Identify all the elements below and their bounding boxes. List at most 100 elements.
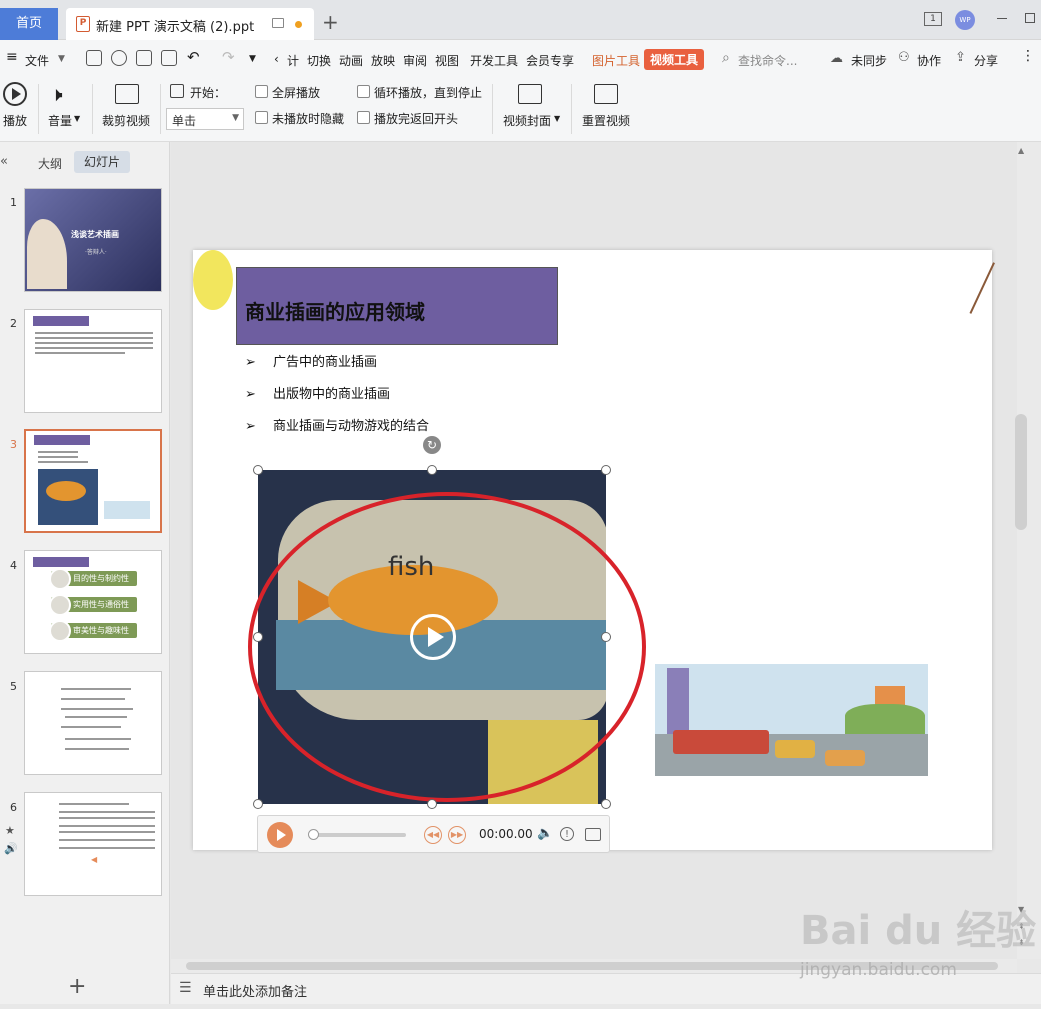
notes-placeholder[interactable]: 单击此处添加备注 xyxy=(203,981,307,1000)
menu-member[interactable]: 会员专享 xyxy=(526,52,574,69)
menu-video-tools[interactable]: 视频工具 xyxy=(644,49,705,70)
bullet-item[interactable]: ➢ 出版物中的商业插画 xyxy=(245,383,390,402)
city-illustration-image[interactable] xyxy=(655,664,928,776)
ribbon-divider xyxy=(492,84,493,134)
mini-text-line xyxy=(61,726,121,728)
slide-title-box[interactable]: 商业插画的应用领域 xyxy=(236,267,558,345)
add-slide-icon[interactable]: + xyxy=(68,974,86,999)
volume-icon[interactable]: 🕨 xyxy=(50,82,63,106)
trim-video-button[interactable]: 裁剪视频 xyxy=(102,112,150,129)
info-icon[interactable]: ! xyxy=(560,827,574,841)
format-painter-icon[interactable] xyxy=(111,50,127,66)
menu-transition[interactable]: 切换 xyxy=(307,52,331,69)
slide-number: 6 xyxy=(10,801,17,814)
bullet-text: 商业插画与动物游戏的结合 xyxy=(273,419,430,434)
monitor-icon[interactable] xyxy=(272,18,284,28)
player-progress-knob[interactable] xyxy=(308,829,319,840)
resize-handle[interactable] xyxy=(601,632,611,642)
tab-home[interactable]: 首页 xyxy=(0,8,58,40)
slide-thumbnail-1[interactable]: 浅谈艺术插画 ·答辩人· xyxy=(24,188,162,292)
mini-text-line xyxy=(61,698,125,700)
loop-checkbox[interactable] xyxy=(357,85,370,98)
scroll-left-icon[interactable]: ‹ xyxy=(274,52,279,66)
menu-slideshow[interactable]: 放映 xyxy=(371,52,395,69)
video-cover-button[interactable]: 视频封面 xyxy=(503,112,551,129)
player-volume-icon[interactable]: 🔈 xyxy=(537,826,553,842)
rewind-icon[interactable]: ◀◀ xyxy=(424,826,442,844)
resize-handle[interactable] xyxy=(427,465,437,475)
resize-handle[interactable] xyxy=(253,799,263,809)
collaborate-button[interactable]: 协作 xyxy=(917,52,941,69)
snapshot-image-icon[interactable] xyxy=(585,828,601,841)
player-play-button[interactable] xyxy=(267,822,293,848)
volume-button[interactable]: 音量 xyxy=(48,112,72,129)
hide-when-not-playing-checkbox[interactable] xyxy=(255,111,268,124)
video-cover-icon[interactable] xyxy=(518,84,542,104)
maximize-icon[interactable] xyxy=(1025,13,1035,23)
menu-review[interactable]: 审阅 xyxy=(403,52,427,69)
player-time: 00:00.00 xyxy=(479,827,533,841)
undo-icon[interactable]: ↶ xyxy=(187,48,200,66)
fullscreen-checkbox[interactable] xyxy=(255,85,268,98)
player-progress-track[interactable] xyxy=(310,833,406,837)
scroll-up-icon[interactable]: ▲ xyxy=(1018,146,1024,155)
bullet-item[interactable]: ➢ 广告中的商业插画 xyxy=(245,351,377,370)
play-button[interactable]: 播放 xyxy=(3,112,27,129)
cover-dropdown-icon[interactable]: ▼ xyxy=(554,114,560,123)
minimize-icon[interactable] xyxy=(997,18,1007,19)
slide-thumbnail-4[interactable]: 目的性与制约性 实用性与通俗性 审美性与趣味性 xyxy=(24,550,162,654)
collapse-panel-icon[interactable]: « xyxy=(0,154,8,169)
unsaved-dot-icon xyxy=(295,21,302,28)
menu-design[interactable]: 计 xyxy=(287,52,299,69)
resize-handle[interactable] xyxy=(427,799,437,809)
slide-thumbnail-5[interactable] xyxy=(24,671,162,775)
share-button[interactable]: 分享 xyxy=(974,52,998,69)
slide-thumbnail-2[interactable] xyxy=(24,309,162,413)
resize-handle[interactable] xyxy=(601,465,611,475)
menu-developer[interactable]: 开发工具 xyxy=(470,52,518,69)
more-dropdown-icon[interactable]: ▼ xyxy=(249,54,256,64)
thumb-title: 浅谈艺术插画 xyxy=(71,230,119,239)
hamburger-icon[interactable]: ≡ xyxy=(6,49,18,65)
chevron-down-icon[interactable]: ▼ xyxy=(58,54,65,64)
rotate-handle-icon[interactable]: ↻ xyxy=(423,436,441,454)
menu-view[interactable]: 视图 xyxy=(435,52,459,69)
bullet-item[interactable]: ➢ 商业插画与动物游戏的结合 xyxy=(245,415,429,434)
play-icon[interactable] xyxy=(3,82,27,106)
tab-document[interactable]: P 新建 PPT 演示文稿 (2).ppt xyxy=(66,8,314,40)
command-search-input[interactable]: 查找命令... xyxy=(738,52,797,69)
window-count-icon[interactable]: 1 xyxy=(924,12,942,26)
menu-animation[interactable]: 动画 xyxy=(339,52,363,69)
more-options-icon[interactable]: ⋮ xyxy=(1021,48,1035,64)
ppt-file-icon: P xyxy=(76,16,90,32)
start-mode-select[interactable]: 单击 ▼ xyxy=(166,108,244,130)
print-icon[interactable] xyxy=(136,50,152,66)
print-preview-icon[interactable] xyxy=(161,50,177,66)
collaborate-icon: ⚇ xyxy=(898,50,910,65)
new-tab-plus-icon[interactable]: + xyxy=(322,10,339,34)
redo-icon[interactable]: ↷ xyxy=(222,48,235,66)
avatar[interactable]: WP xyxy=(955,10,975,30)
reset-video-button[interactable]: 重置视频 xyxy=(582,112,630,129)
bullet-text: 广告中的商业插画 xyxy=(273,355,378,370)
tab-outline[interactable]: 大纲 xyxy=(38,155,62,172)
cloud-icon: ☁ xyxy=(830,51,843,66)
vertical-scrollbar[interactable] xyxy=(1017,142,1041,959)
slide-thumbnail-6[interactable]: ◀ xyxy=(24,792,162,896)
mini-text-line xyxy=(59,825,155,827)
fast-forward-icon[interactable]: ▶▶ xyxy=(448,826,466,844)
volume-dropdown-icon[interactable]: ▼ xyxy=(74,114,80,123)
slide-thumbnail-3[interactable] xyxy=(24,429,162,533)
rewind-checkbox[interactable] xyxy=(357,111,370,124)
tab-slides[interactable]: 幻灯片 xyxy=(74,151,130,173)
resize-handle[interactable] xyxy=(601,799,611,809)
vertical-scroll-thumb[interactable] xyxy=(1015,414,1027,530)
resize-handle[interactable] xyxy=(253,465,263,475)
unsynced-button[interactable]: 未同步 xyxy=(851,52,887,69)
resize-handle[interactable] xyxy=(253,632,263,642)
menu-picture-tools[interactable]: 图片工具 xyxy=(592,52,640,69)
save-icon[interactable] xyxy=(86,50,102,66)
menu-file[interactable]: 文件 xyxy=(25,52,49,69)
reset-video-icon[interactable] xyxy=(594,84,618,104)
trim-video-icon[interactable] xyxy=(115,84,139,104)
